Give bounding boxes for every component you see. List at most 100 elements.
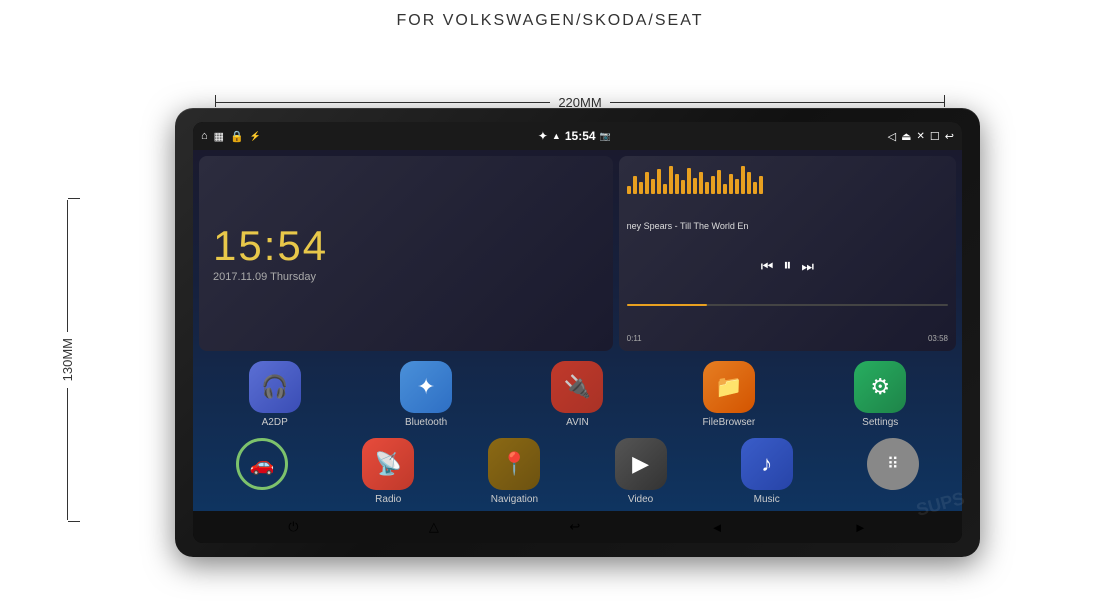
wifi-status-icon: ▲: [552, 131, 561, 141]
app-icon-radio[interactable]: 📡 Radio: [352, 438, 424, 505]
music-bar: [735, 179, 739, 194]
app-row-2: 🚗 📡 Radio 📍 Navigation ▶ Video ♪ Music ⠿: [193, 434, 962, 511]
android-icon: ☐: [930, 130, 940, 143]
eject-icon: ⏏: [901, 130, 911, 143]
clock-widget: 15:54 2017.11.09 Thursday: [199, 156, 613, 351]
volume-icon[interactable]: ◁: [888, 130, 896, 143]
stop-icon: ✕: [917, 131, 925, 142]
lock-icon: 🔒: [230, 130, 244, 143]
music-widget[interactable]: ney Spears - Till The World En ⏮ ⏸ ⏭ 0:1…: [619, 156, 956, 351]
music-bar: [693, 178, 697, 194]
music-bar: [645, 172, 649, 194]
music-bar: [663, 184, 667, 194]
music-bar: [699, 172, 703, 194]
app-icon-settings[interactable]: ⚙ Settings: [844, 361, 916, 428]
time-elapsed: 0:11: [627, 334, 642, 343]
app-icon-avin[interactable]: 🔌 AVIN: [541, 361, 613, 428]
app-icon-a2dp[interactable]: 🎧 A2DP: [239, 361, 311, 428]
music-bar: [651, 179, 655, 194]
music-bar: [669, 166, 673, 194]
music-bar: [747, 172, 751, 194]
home-icon[interactable]: ⌂: [201, 130, 208, 142]
status-right: ◁ ⏏ ✕ ☐ ↩: [888, 130, 954, 143]
app-icon-car[interactable]: 🚗: [226, 438, 298, 505]
next-track-button[interactable]: ⏭: [801, 258, 814, 275]
music-progress-fill: [627, 304, 707, 306]
bracket-top: [68, 198, 80, 199]
avin-icon: 🔌: [551, 361, 603, 413]
a2dp-label: A2DP: [262, 417, 288, 428]
home-nav-button[interactable]: △: [429, 519, 439, 535]
settings-label: Settings: [862, 417, 898, 428]
status-time: 15:54: [565, 129, 596, 143]
music-icon: ♪: [741, 438, 793, 490]
vline-bottom: [67, 388, 68, 520]
car-icon: 🚗: [236, 438, 288, 490]
time-total: 03:58: [928, 334, 948, 343]
bluetooth-label: Bluetooth: [405, 417, 447, 428]
music-bar: [639, 182, 643, 194]
vline-top: [67, 200, 68, 332]
status-center: ✦ ▲ 15:54 📷: [538, 129, 611, 143]
music-bar: [627, 186, 631, 194]
navigation-icon: 📍: [488, 438, 540, 490]
more-icon: ⠿: [867, 438, 919, 490]
usb-icon: ⚡: [250, 131, 261, 142]
widget-area: 15:54 2017.11.09 Thursday ney Spears - T…: [193, 150, 962, 357]
app-row-1: 🎧 A2DP ✦Bluetooth 🔌 AVIN 📁 FileBrowser ⚙ Setting…: [193, 357, 962, 434]
music-bar: [723, 184, 727, 194]
music-label: Music: [754, 494, 780, 505]
music-title: ney Spears - Till The World En: [627, 221, 948, 231]
app-icon-more[interactable]: ⠿: [857, 438, 929, 505]
height-dimension: 130MM: [60, 200, 75, 520]
nav-bar: ⏻ △ ↩ ◄ ►: [193, 511, 962, 543]
page-title: FOR VOLKSWAGEN/SKODA/SEAT: [0, 0, 1100, 30]
power-button[interactable]: ⏻: [288, 519, 298, 535]
play-pause-button[interactable]: ⏸: [783, 257, 791, 275]
music-time: 0:11 03:58: [627, 334, 948, 343]
height-label: 130MM: [60, 338, 75, 381]
radio-label: Radio: [375, 494, 401, 505]
app-icon-navigation[interactable]: 📍 Navigation: [478, 438, 550, 505]
music-progress-bar[interactable]: [627, 304, 948, 306]
device-shell: ⌂ ▦ 🔒 ⚡ ✦ ▲ 15:54 📷 ◁ ⏏ ✕ ☐ ↩: [175, 108, 980, 557]
status-left: ⌂ ▦ 🔒 ⚡: [201, 130, 261, 143]
next-nav-button[interactable]: ►: [854, 520, 867, 535]
video-icon: ▶: [615, 438, 667, 490]
home-screen: 15:54 2017.11.09 Thursday ney Spears - T…: [193, 150, 962, 511]
app-icon-bluetooth[interactable]: ✦Bluetooth: [390, 361, 462, 428]
avin-label: AVIN: [566, 417, 589, 428]
bracket-bottom: [68, 521, 80, 522]
prev-track-button[interactable]: ⏮: [761, 258, 774, 275]
music-bars: [627, 164, 948, 194]
gallery-icon: ▦: [214, 130, 224, 143]
music-bar: [753, 182, 757, 194]
bluetooth-status-icon: ✦: [538, 129, 548, 143]
music-bar: [759, 176, 763, 194]
app-icon-filebrowser[interactable]: 📁 FileBrowser: [693, 361, 765, 428]
clock-time: 15:54: [213, 225, 328, 267]
music-bar: [729, 174, 733, 194]
filebrowser-icon: 📁: [703, 361, 755, 413]
music-bar: [687, 168, 691, 194]
music-bar: [633, 176, 637, 194]
music-bar: [717, 170, 721, 194]
a2dp-icon: 🎧: [249, 361, 301, 413]
app-icon-video[interactable]: ▶ Video: [605, 438, 677, 505]
prev-nav-button[interactable]: ◄: [711, 520, 724, 535]
settings-icon: ⚙: [854, 361, 906, 413]
dim-line-left: [215, 102, 550, 103]
screen-bezel: ⌂ ▦ 🔒 ⚡ ✦ ▲ 15:54 📷 ◁ ⏏ ✕ ☐ ↩: [193, 122, 962, 543]
music-bar: [711, 176, 715, 194]
filebrowser-label: FileBrowser: [702, 417, 755, 428]
video-label: Video: [628, 494, 653, 505]
navigation-label: Navigation: [491, 494, 538, 505]
radio-icon: 📡: [362, 438, 414, 490]
dim-line-right: [610, 102, 945, 103]
music-bar: [741, 166, 745, 194]
app-icon-music[interactable]: ♪ Music: [731, 438, 803, 505]
music-bar: [681, 180, 685, 194]
clock-date: 2017.11.09 Thursday: [213, 271, 316, 283]
camera-status-icon: 📷: [600, 131, 611, 142]
back-nav-button[interactable]: ↩: [569, 519, 580, 535]
